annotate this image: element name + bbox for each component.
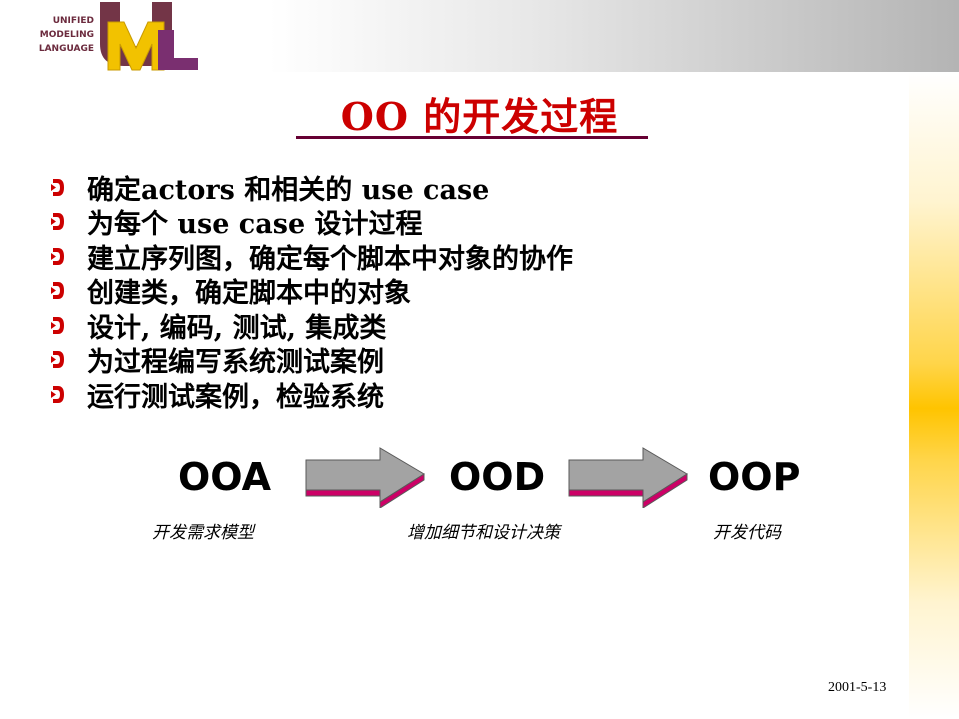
bullet-arrow-icon bbox=[51, 316, 64, 334]
logo-line-language: LANGUAGE bbox=[38, 44, 94, 54]
bullet-arrow-icon bbox=[51, 178, 64, 196]
logo-line-unified: UNIFIED bbox=[52, 16, 94, 26]
list-item-text: 设计, 编码, 测试, 集成类 bbox=[87, 312, 387, 344]
list-item-text: 运行测试案例，检验系统 bbox=[87, 381, 384, 413]
phase-ooa-desc: 开发需求模型 bbox=[152, 523, 254, 543]
list-item: 确定actors 和相关的 use case bbox=[50, 170, 573, 206]
list-item: 运行测试案例，检验系统 bbox=[50, 377, 573, 413]
slide-title-wrap: OO 的开发过程 bbox=[0, 86, 959, 141]
title-underline bbox=[296, 136, 648, 139]
flow-arrow-icon bbox=[305, 447, 425, 508]
list-item: 创建类，确定脚本中的对象 bbox=[50, 274, 573, 309]
list-item-text: 为过程编写系统测试案例 bbox=[87, 347, 384, 379]
phase-oop-desc: 开发代码 bbox=[713, 523, 781, 543]
process-step-list: 确定actors 和相关的 use case 为每个 use case 设计过程… bbox=[50, 170, 573, 413]
uml-logo-text: UNIFIED MODELING LANGUAGE bbox=[26, 14, 94, 56]
list-item-text: 为每个 use case 设计过程 bbox=[87, 209, 423, 241]
phase-ood-label: OOD bbox=[449, 455, 546, 499]
list-item-text: 创建类，确定脚本中的对象 bbox=[87, 278, 411, 310]
list-item: 为每个 use case 设计过程 bbox=[50, 205, 573, 240]
slide-title: OO 的开发过程 bbox=[340, 94, 619, 139]
bullet-arrow-icon bbox=[51, 247, 64, 265]
bullet-arrow-icon bbox=[51, 213, 64, 231]
logo-line-modeling: MODELING bbox=[39, 30, 94, 40]
bullet-arrow-icon bbox=[51, 385, 64, 403]
flow-arrow-icon bbox=[568, 447, 688, 508]
list-item-text: 确定actors 和相关的 use case bbox=[87, 174, 490, 206]
phase-ood-desc: 增加细节和设计决策 bbox=[407, 523, 560, 543]
list-item: 设计, 编码, 测试, 集成类 bbox=[50, 308, 573, 344]
list-item: 建立序列图，确定每个脚本中对象的协作 bbox=[50, 239, 573, 275]
uml-logo-icon bbox=[100, 2, 198, 71]
list-item-text: 建立序列图，确定每个脚本中对象的协作 bbox=[87, 243, 573, 275]
list-item: 为过程编写系统测试案例 bbox=[50, 343, 573, 378]
bullet-arrow-icon bbox=[51, 282, 64, 300]
slide-date: 2001-5-13 bbox=[828, 680, 887, 695]
phase-ooa-label: OOA bbox=[178, 455, 271, 499]
right-gradient-stripe bbox=[909, 72, 959, 719]
phase-oop-label: OOP bbox=[708, 455, 801, 499]
bullet-arrow-icon bbox=[51, 351, 64, 369]
